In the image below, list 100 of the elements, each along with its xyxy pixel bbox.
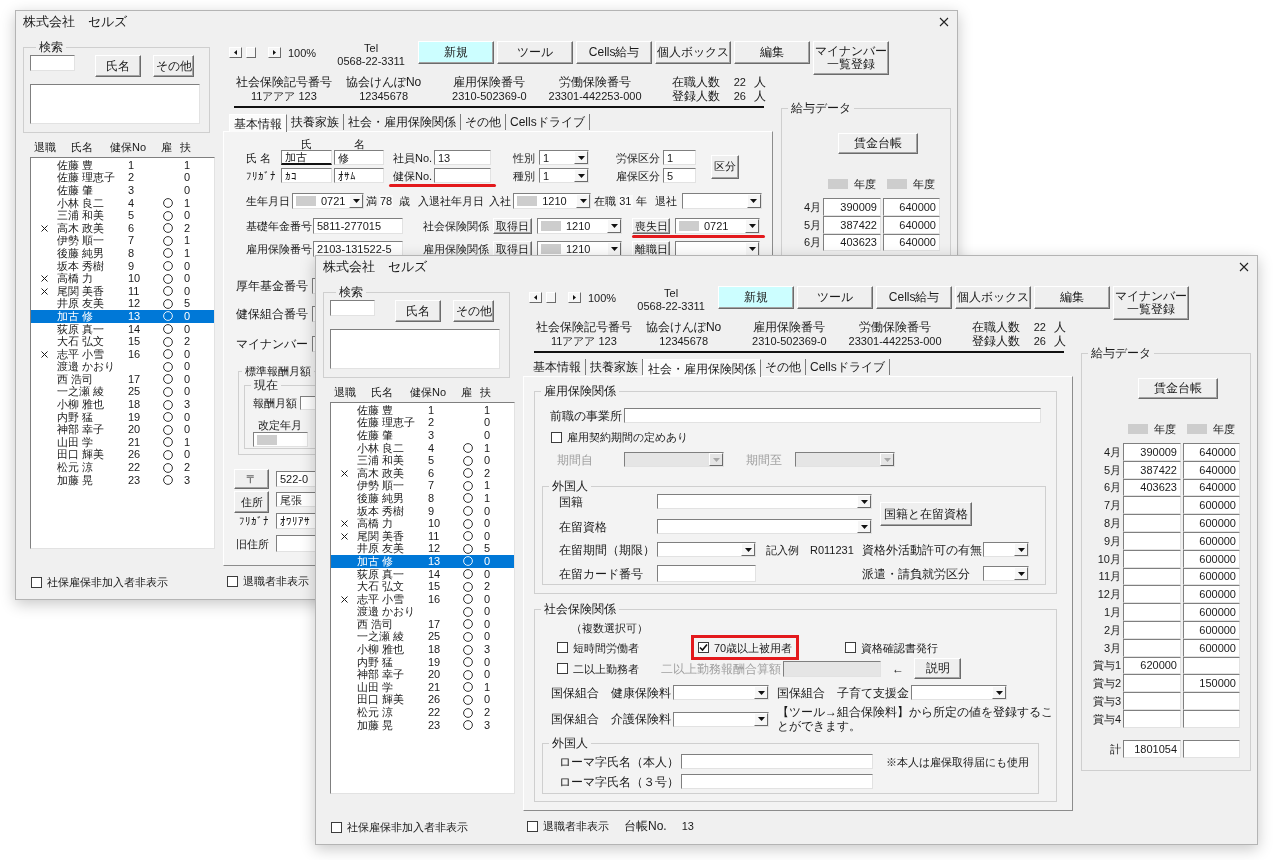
list-row[interactable]: 大石 弘文 15 2 <box>31 335 214 348</box>
push-button[interactable]: 賃金台帳 <box>1138 378 1218 399</box>
dropdown-field[interactable] <box>983 542 1029 557</box>
caret-down-icon[interactable] <box>745 219 759 233</box>
tab[interactable]: Cellsドライブ <box>806 359 890 375</box>
input-field[interactable]: ｶｺ <box>281 168 332 183</box>
list-row[interactable]: 一之瀬 綾 25 0 <box>31 385 214 399</box>
push-button[interactable]: 取得日 <box>493 218 532 234</box>
checkbox[interactable]: 退職者非表示 <box>227 575 309 587</box>
tab[interactable]: 基本情報 <box>529 359 586 375</box>
list-row[interactable]: 尾関 美香 11 0 <box>331 529 514 543</box>
caret-down-icon[interactable] <box>857 520 871 533</box>
tab[interactable]: 扶養家族 <box>287 114 344 130</box>
input-field[interactable]: 尾張 <box>276 492 316 507</box>
list-row[interactable]: 高橋 力 10 0 <box>331 517 514 530</box>
caret-down-icon[interactable] <box>992 686 1006 699</box>
list-row[interactable]: 加古 修 13 0 <box>31 310 214 323</box>
list-row[interactable]: 小林 良二 4 1 <box>31 196 214 210</box>
search-field[interactable] <box>330 300 375 316</box>
list-row[interactable]: 坂本 秀樹 9 0 <box>31 259 214 273</box>
input-field[interactable]: 13 <box>434 150 491 165</box>
list-row[interactable]: 大石 弘文 15 2 <box>331 580 514 593</box>
list-row[interactable]: 小柳 雅也 18 3 <box>331 643 514 656</box>
input-field[interactable] <box>1123 674 1181 693</box>
input-field[interactable]: 390009 <box>1123 443 1181 461</box>
toolbar-button[interactable]: 個人ボックス <box>655 41 732 64</box>
dropdown-field[interactable]: 1 <box>539 150 589 165</box>
list-row[interactable]: 内野 猛 19 0 <box>331 655 514 669</box>
push-button[interactable]: 賃金台帳 <box>838 133 918 154</box>
checkbox-icon[interactable] <box>551 431 562 443</box>
toolbar-button[interactable]: 新規 <box>418 41 495 64</box>
input-field[interactable]: 640000 <box>1183 443 1240 461</box>
list-row[interactable]: 山田 学 21 1 <box>331 681 514 694</box>
toolbar-button[interactable]: Cells給与 <box>576 41 653 64</box>
list-row[interactable]: 佐藤 肇 3 0 <box>331 429 514 442</box>
results-list[interactable] <box>30 84 200 124</box>
list-row[interactable]: 一之瀬 綾 25 0 <box>331 630 514 644</box>
caret-down-icon[interactable] <box>607 219 621 233</box>
input-field[interactable] <box>276 535 316 552</box>
list-row[interactable]: 西 浩司 17 0 <box>331 618 514 631</box>
list-row[interactable]: 荻原 真一 14 0 <box>31 322 214 336</box>
caret-down-icon[interactable] <box>746 194 761 208</box>
checkbox-icon[interactable] <box>557 642 568 653</box>
list-row[interactable]: 佐藤 豊 1 1 <box>331 404 514 417</box>
input-field[interactable]: 加古 <box>281 150 332 165</box>
toolbar-button[interactable]: 編集 <box>1034 286 1111 309</box>
list-row[interactable]: 松元 涼 22 2 <box>31 461 214 474</box>
scroll-thumb[interactable] <box>246 47 256 58</box>
list-row[interactable]: 荻原 真一 14 0 <box>331 567 514 581</box>
caret-down-icon[interactable] <box>754 712 768 726</box>
tab[interactable]: 社会・雇用保険関係 <box>344 114 461 130</box>
input-field[interactable]: 522-0 <box>276 471 316 487</box>
caret-down-icon[interactable] <box>857 495 871 508</box>
dropdown-field[interactable] <box>673 711 769 727</box>
input-field[interactable] <box>434 168 491 183</box>
dropdown-field[interactable] <box>657 494 872 509</box>
input-field[interactable] <box>657 565 756 582</box>
caret-down-icon[interactable] <box>745 242 759 256</box>
list-row[interactable]: 田口 輝美 26 0 <box>31 448 214 462</box>
caret-down-icon[interactable] <box>607 242 621 256</box>
input-field[interactable]: 1 <box>663 150 696 165</box>
dropdown-field[interactable] <box>681 193 762 209</box>
list-row[interactable]: 小柳 雅也 18 3 <box>31 398 214 411</box>
checkbox[interactable]: 短時間労働者 <box>557 641 639 654</box>
list-row[interactable]: 内野 猛 19 0 <box>31 410 214 424</box>
list-row[interactable]: 高木 政美 6 2 <box>31 221 214 235</box>
arrow-right-icon[interactable] <box>268 47 281 58</box>
push-button[interactable]: 国籍と在留資格 <box>880 502 972 526</box>
arrow-left-icon[interactable] <box>529 292 542 303</box>
toolbar-button[interactable]: マイナンバー一覧登録 <box>1113 286 1190 320</box>
list-row[interactable]: 高橋 力 10 0 <box>31 272 214 285</box>
list-row[interactable]: 西 浩司 17 0 <box>31 373 214 386</box>
list-row[interactable]: 松元 涼 22 2 <box>331 706 514 719</box>
checkbox[interactable]: 70歳以上被用者 <box>698 641 793 654</box>
checkbox[interactable]: 社保雇保非加入者非表示 <box>31 576 223 588</box>
input-field[interactable] <box>1123 514 1181 532</box>
list-row[interactable]: 佐藤 豊 1 1 <box>31 159 214 172</box>
caret-down-icon[interactable] <box>349 194 363 208</box>
results-list[interactable] <box>330 329 500 369</box>
list-row[interactable]: 伊勢 順一 7 1 <box>31 234 214 248</box>
search-option-button[interactable]: その他 <box>153 55 194 77</box>
input-field[interactable]: ｵﾜﾘｱｻ <box>276 513 316 529</box>
push-button[interactable]: 喪失日 <box>632 218 670 234</box>
list-row[interactable]: 佐藤 理恵子 2 0 <box>31 171 214 185</box>
list-row[interactable]: 井原 友美 12 5 <box>331 542 514 556</box>
checkbox-icon[interactable] <box>557 663 568 674</box>
input-field[interactable]: 600000 <box>1183 585 1240 604</box>
input-field[interactable]: ｵｻﾑ <box>334 168 384 183</box>
toolbar-button[interactable]: 個人ボックス <box>955 286 1032 309</box>
dropdown-field[interactable]: 1210 <box>513 193 592 209</box>
tab[interactable]: 基本情報 <box>229 114 287 132</box>
arrow-left-icon[interactable] <box>229 47 242 58</box>
checkbox[interactable]: 資格確認書発行 <box>845 641 938 654</box>
list-row[interactable]: 佐藤 理恵子 2 0 <box>331 416 514 430</box>
search-option-button[interactable]: その他 <box>453 300 494 322</box>
input-field[interactable]: 600000 <box>1183 496 1240 515</box>
list-row[interactable]: 井原 友美 12 5 <box>31 297 214 311</box>
list-row[interactable]: 渡邉 かおり 0 <box>331 605 514 619</box>
caret-down-icon[interactable] <box>1014 543 1028 556</box>
dropdown-field[interactable] <box>983 566 1029 581</box>
